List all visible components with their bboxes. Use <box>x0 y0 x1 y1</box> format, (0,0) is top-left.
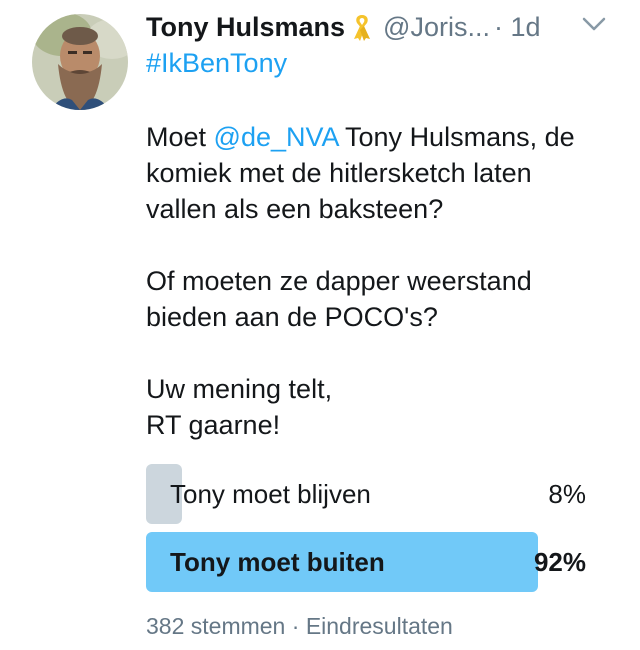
tweet: Tony Hulsmans @Joris... · 1d #IkBenTony Mo… <box>0 0 640 650</box>
text-line: Uw mening telt, <box>146 374 333 404</box>
poll-option-percent: 8% <box>548 479 586 509</box>
poll-option-label: Tony moet buiten <box>170 547 385 577</box>
avatar[interactable] <box>32 14 128 110</box>
mention-link[interactable]: @de_NVA <box>214 122 338 152</box>
paragraph: Uw mening telt, RT gaarne! <box>146 371 626 443</box>
poll-option-1: Tony moet blijven 8% <box>146 464 586 524</box>
user-handle[interactable]: @Joris... <box>383 12 490 42</box>
text-line: komiek met de hitlersketch laten <box>146 158 532 188</box>
poll: Tony moet blijven 8% Tony moet buiten 92… <box>146 464 586 600</box>
tweet-header: Tony Hulsmans @Joris... · 1d <box>146 10 626 44</box>
text-line: RT gaarne! <box>146 410 281 440</box>
poll-option-percent: 92% <box>533 547 586 577</box>
poll-option-2: Tony moet buiten 92% <box>146 532 586 592</box>
text-segment: Tony Hulsmans, de <box>338 122 575 152</box>
poll-vote-count: 382 stemmen <box>146 613 286 639</box>
text-segment: Moet <box>146 122 214 152</box>
paragraph: Of moeten ze dapper weerstand bieden aan… <box>146 263 626 335</box>
display-name[interactable]: Tony Hulsmans <box>146 12 345 42</box>
text-line: Moet @de_NVA Tony Hulsmans, de <box>146 119 626 155</box>
chevron-down-icon[interactable] <box>580 14 608 34</box>
text-line: bieden aan de POCO's? <box>146 302 438 332</box>
text-line: vallen als een baksteen? <box>146 194 444 224</box>
tweet-text: Moet @de_NVA Tony Hulsmans, de komiek me… <box>146 119 626 479</box>
poll-footer: 382 stemmen · Eindresultaten <box>146 611 453 641</box>
avatar-image <box>32 14 128 110</box>
yellow-ribbon-icon <box>351 13 373 41</box>
poll-footer-separator: · <box>291 613 300 639</box>
hashtag-link[interactable]: #IkBenTony <box>146 46 287 80</box>
paragraph: Moet @de_NVA Tony Hulsmans, de komiek me… <box>146 119 626 227</box>
poll-status: Eindresultaten <box>305 613 453 639</box>
text-line: Of moeten ze dapper weerstand <box>146 266 532 296</box>
timestamp[interactable]: · 1d <box>494 12 541 42</box>
poll-option-label: Tony moet blijven <box>170 479 371 509</box>
